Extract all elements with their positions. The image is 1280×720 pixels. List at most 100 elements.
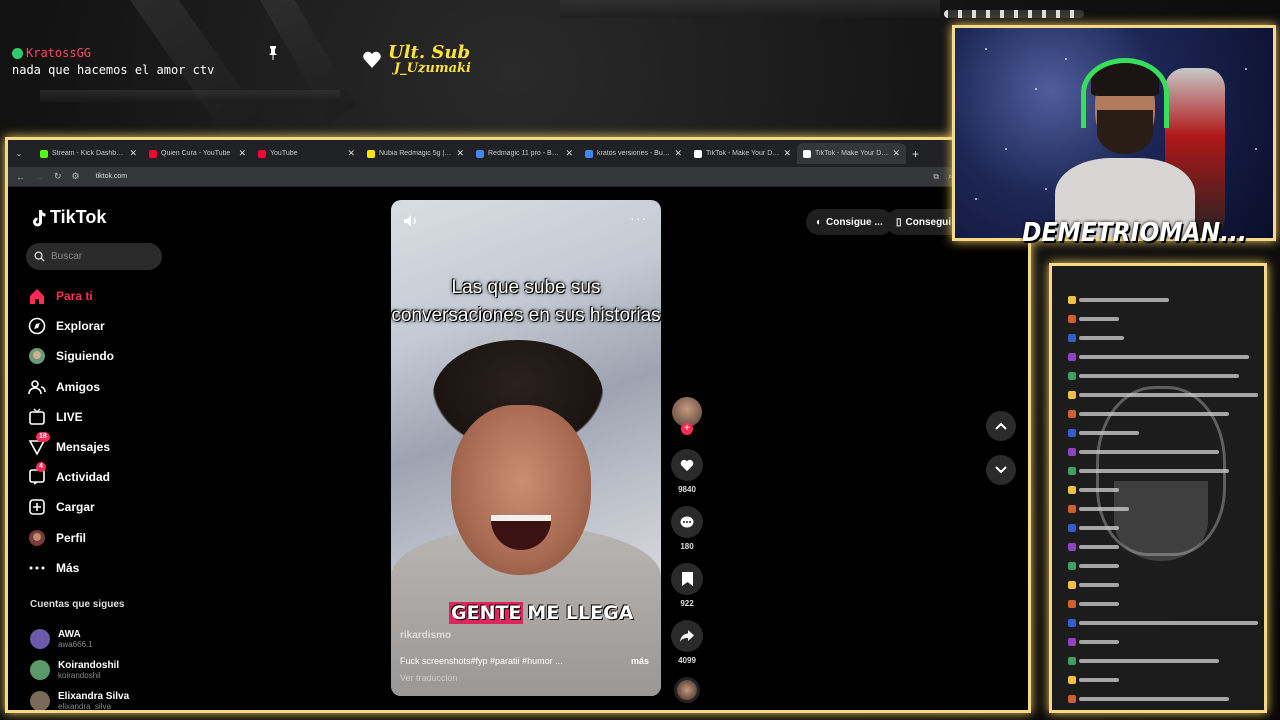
chat-badge-icon [1068, 542, 1076, 551]
tab-close-icon[interactable]: ✕ [674, 148, 682, 159]
save-button[interactable] [671, 563, 703, 595]
chat-line [1068, 328, 1258, 347]
volume-icon[interactable] [403, 214, 419, 228]
chat-badge-icon [1068, 694, 1076, 703]
sidebar-item-más[interactable]: Más [28, 553, 114, 583]
tab-favicon-icon [585, 149, 593, 158]
pin-icon [269, 46, 277, 60]
sidebar-item-amigos[interactable]: Amigos [28, 372, 114, 402]
chat-text-blur [1079, 449, 1219, 454]
share-button[interactable] [671, 620, 703, 652]
chat-badge-icon [1068, 580, 1076, 589]
music-disc-icon[interactable] [674, 677, 700, 703]
account-handle: awa666.1 [58, 639, 93, 649]
sidebar-item-cargar[interactable]: Cargar [28, 492, 114, 522]
browser-tab[interactable]: TikTok - Make Your Day ✕ [797, 143, 906, 164]
tab-close-icon[interactable]: ✕ [456, 148, 464, 159]
chat-text-blur [1079, 658, 1219, 663]
comment-icon [680, 516, 694, 527]
url-field[interactable]: tiktok.com [96, 173, 128, 180]
tab-close-icon[interactable]: ✕ [783, 148, 791, 159]
chat-line [1068, 594, 1258, 613]
comment-button[interactable] [671, 506, 703, 538]
browser-tab[interactable]: Stream - Kick Dashboard ✕ [34, 143, 143, 164]
browser-tab[interactable]: Redmagic 11 pro - Buscar ✕ [470, 143, 579, 164]
tiktok-logo[interactable]: TikTok [30, 207, 106, 228]
followed-account[interactable]: Elixandra Silva elixandra_silva [30, 685, 129, 710]
search-input[interactable]: Buscar [26, 243, 162, 270]
new-tab-icon[interactable]: + [912, 147, 919, 161]
site-info-icon[interactable]: ⚙ [72, 171, 80, 182]
video-author[interactable]: rikardismo [400, 630, 451, 641]
video-player[interactable]: ··· Las que sube sus conversaciones en s… [391, 200, 661, 696]
chat-badge-icon [1068, 371, 1076, 380]
chat-message: nada que hacemos el amor ctv [12, 63, 215, 77]
chat-line [1068, 404, 1258, 423]
chat-line [1068, 366, 1258, 385]
tab-search-icon[interactable]: ⌄ [12, 147, 26, 161]
chat-text-blur [1079, 601, 1119, 606]
tab-close-icon[interactable]: ✕ [347, 148, 355, 159]
messages-icon: 18 [28, 432, 50, 456]
tab-favicon-icon [803, 149, 811, 158]
following-avatar-icon [28, 347, 46, 365]
profile-avatar-icon [28, 529, 46, 547]
see-translation-link[interactable]: Ver traducción [400, 673, 458, 683]
tab-close-icon[interactable]: ✕ [238, 148, 246, 159]
sidebar-item-actividad[interactable]: 4 Actividad [28, 462, 114, 492]
browser-tab[interactable]: Nubia Redmagic 5g | Mer ✕ [361, 143, 470, 164]
chat-line [1068, 651, 1258, 670]
creator-avatar[interactable]: + [672, 397, 702, 435]
browser-tab[interactable]: TikTok - Make Your Day ✕ [688, 143, 797, 164]
get-coins-button[interactable]: ◐ Consigue ... [806, 209, 893, 235]
chat-badge-icon [1068, 390, 1076, 399]
reload-icon[interactable]: ↻ [54, 171, 62, 182]
chat-line [1068, 632, 1258, 651]
chat-line [1068, 708, 1258, 710]
following-header: Cuentas que sigues [30, 599, 125, 610]
webcam-feed [952, 25, 1276, 241]
browser-tab[interactable]: YouTube ✕ [252, 143, 361, 164]
tab-close-icon[interactable]: ✕ [565, 148, 573, 159]
chat-text-blur [1079, 354, 1249, 359]
previous-video-button[interactable] [986, 411, 1016, 441]
description-more-link[interactable]: más [631, 656, 649, 666]
sidebar-item-explorar[interactable]: Explorar [28, 311, 114, 341]
translate-icon[interactable]: ⧉ [933, 172, 939, 182]
follow-plus-icon[interactable]: + [681, 423, 693, 435]
tab-label: kratos versiones - Buscar [597, 150, 671, 157]
chat-line [1068, 613, 1258, 632]
tabs: Stream - Kick Dashboard ✕ Quien Cura - Y… [34, 143, 906, 164]
sidebar-item-para-ti[interactable]: Para ti [28, 281, 114, 311]
more-options-icon[interactable]: ··· [630, 210, 647, 226]
avatar [30, 659, 50, 680]
chat-user-label: KratossGG [26, 46, 92, 60]
tab-close-icon[interactable]: ✕ [129, 148, 137, 159]
search-placeholder: Buscar [51, 251, 83, 262]
chat-line [1068, 442, 1258, 461]
chat-badge-icon [1068, 314, 1076, 323]
chat-badge-icon [1068, 504, 1076, 513]
sidebar-item-perfil[interactable]: Perfil [28, 523, 114, 553]
sidebar-item-mensajes[interactable]: 18 Mensajes [28, 432, 114, 462]
back-icon[interactable]: ← [16, 172, 25, 182]
like-button[interactable] [671, 449, 703, 481]
chat-text-blur [1079, 316, 1119, 321]
video-actions: + 9840 180 922 4099 [671, 397, 703, 703]
browser-tab[interactable]: Quien Cura - YouTube ✕ [143, 143, 252, 164]
sidebar-item-siguiendo[interactable]: Siguiendo [28, 341, 114, 371]
tab-close-icon[interactable]: ✕ [892, 148, 900, 159]
sidebar-item-live[interactable]: LIVE [28, 402, 114, 432]
followed-account[interactable]: AWA awa666.1 [30, 623, 129, 654]
video-description: Fuck screenshots#fyp #paratii #humor ... [400, 656, 563, 666]
tab-label: Stream - Kick Dashboard [52, 150, 126, 157]
chat-line [1068, 670, 1258, 689]
forward-icon[interactable]: → [35, 172, 44, 182]
next-video-button[interactable] [986, 455, 1016, 485]
activity-icon: 4 [28, 462, 46, 486]
heart-icon [363, 51, 381, 68]
followed-account[interactable]: Koirandoshil koirandoshil [30, 654, 129, 685]
chat-badge-icon [1068, 295, 1076, 304]
browser-tab[interactable]: kratos versiones - Buscar ✕ [579, 143, 688, 164]
tab-bar: ⌄ Stream - Kick Dashboard ✕ Quien Cura -… [8, 140, 1028, 167]
